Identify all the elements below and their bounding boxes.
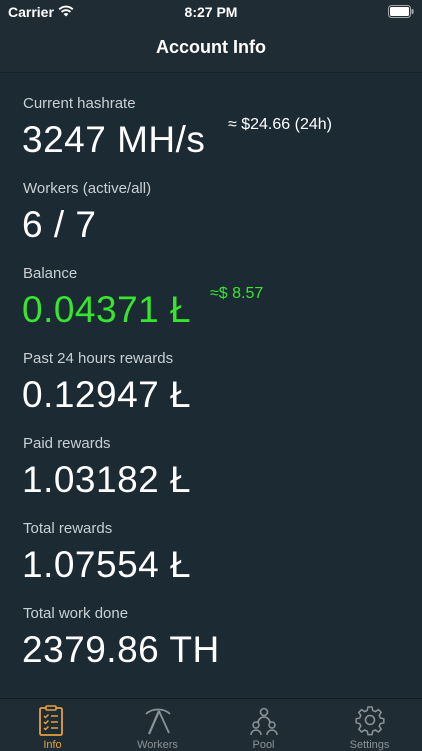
status-bar: Carrier 8:27 PM (0, 0, 422, 24)
total-work-label: Total work done (23, 605, 129, 622)
hashrate-value: 3247 MH/s (22, 119, 206, 160)
workers-label: Workers (active/all) (23, 180, 152, 197)
pickaxe-icon (145, 708, 171, 735)
past24-value: 0.12947 Ł (22, 374, 192, 415)
workers-value: 6 / 7 (22, 204, 97, 245)
people-icon (250, 707, 278, 736)
total-rewards-label: Total rewards (23, 520, 113, 537)
hashrate-label: Current hashrate (23, 95, 136, 112)
tab-pool[interactable]: Pool (211, 699, 316, 751)
account-info-content: Current hashrate 3247 MH/s ≈ $24.66 (24h… (0, 73, 422, 698)
total-work-value: 2379.86 TH (22, 629, 220, 670)
clock: 8:27 PM (184, 4, 238, 20)
tab-bar: Info Workers Pool Settings (0, 698, 422, 751)
tab-workers[interactable]: Workers (105, 699, 210, 751)
clipboard-icon (39, 705, 63, 736)
past24-label: Past 24 hours rewards (23, 350, 174, 367)
page-title: Account Info (156, 37, 266, 57)
tab-settings-label: Settings (349, 739, 390, 751)
tab-info-label: Info (43, 739, 62, 751)
paid-rewards-value: 1.03182 Ł (22, 459, 192, 500)
balance-label: Balance (23, 265, 78, 282)
paid-rewards-label: Paid rewards (23, 435, 111, 452)
balance-value: 0.04371 Ł (22, 289, 192, 330)
battery-icon (388, 5, 414, 18)
navigation-bar: Account Info (0, 24, 422, 73)
hashrate-usd-estimate: ≈ $24.66 (24h) (228, 116, 332, 133)
balance-usd-estimate: ≈$ 8.57 (210, 285, 264, 302)
tab-pool-label: Pool (252, 739, 275, 751)
total-rewards-value: 1.07554 Ł (22, 544, 192, 585)
tab-settings[interactable]: Settings (317, 699, 422, 751)
gear-icon (355, 706, 385, 736)
tab-info[interactable]: Info (0, 699, 105, 751)
tab-workers-label: Workers (137, 739, 178, 751)
